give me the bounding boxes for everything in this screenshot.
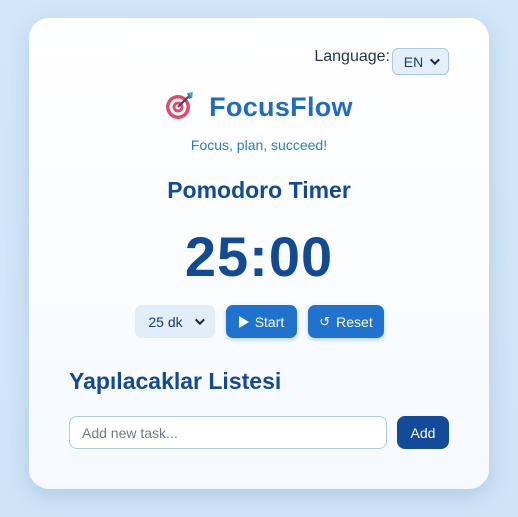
chevron-down-icon — [194, 315, 205, 326]
reset-button-label: Reset — [336, 313, 373, 330]
timer-controls: 25 dk Start ↺ Reset — [135, 305, 384, 338]
start-button-label: Start — [254, 313, 285, 330]
language-select-value: EN — [403, 53, 424, 70]
add-task-button[interactable]: Add — [397, 416, 449, 449]
chevron-down-icon — [430, 55, 441, 66]
brand-header: FocusFlow — [29, 90, 489, 125]
new-task-input[interactable] — [69, 416, 387, 449]
reset-button[interactable]: ↺ Reset — [308, 305, 384, 338]
language-label: Language: — [314, 48, 390, 65]
language-selector-row: Language: EN — [314, 48, 449, 75]
timer-title: Pomodoro Timer — [167, 177, 351, 203]
target-dart-icon — [165, 90, 195, 125]
reset-icon: ↺ — [319, 313, 331, 329]
duration-select-value: 25 dk — [148, 313, 183, 330]
language-select[interactable]: EN — [392, 48, 449, 75]
app-card: Language: EN FocusFlow Focus, plan, succ… — [29, 18, 489, 489]
tagline: Focus, plan, succeed! — [190, 137, 328, 153]
play-icon — [238, 315, 249, 328]
duration-select[interactable]: 25 dk — [135, 305, 215, 338]
app-title: FocusFlow — [209, 92, 353, 122]
start-button[interactable]: Start — [226, 305, 297, 338]
timer-display: 25:00 — [184, 225, 334, 288]
todo-title: Yapılacaklar Listesi — [69, 368, 282, 394]
